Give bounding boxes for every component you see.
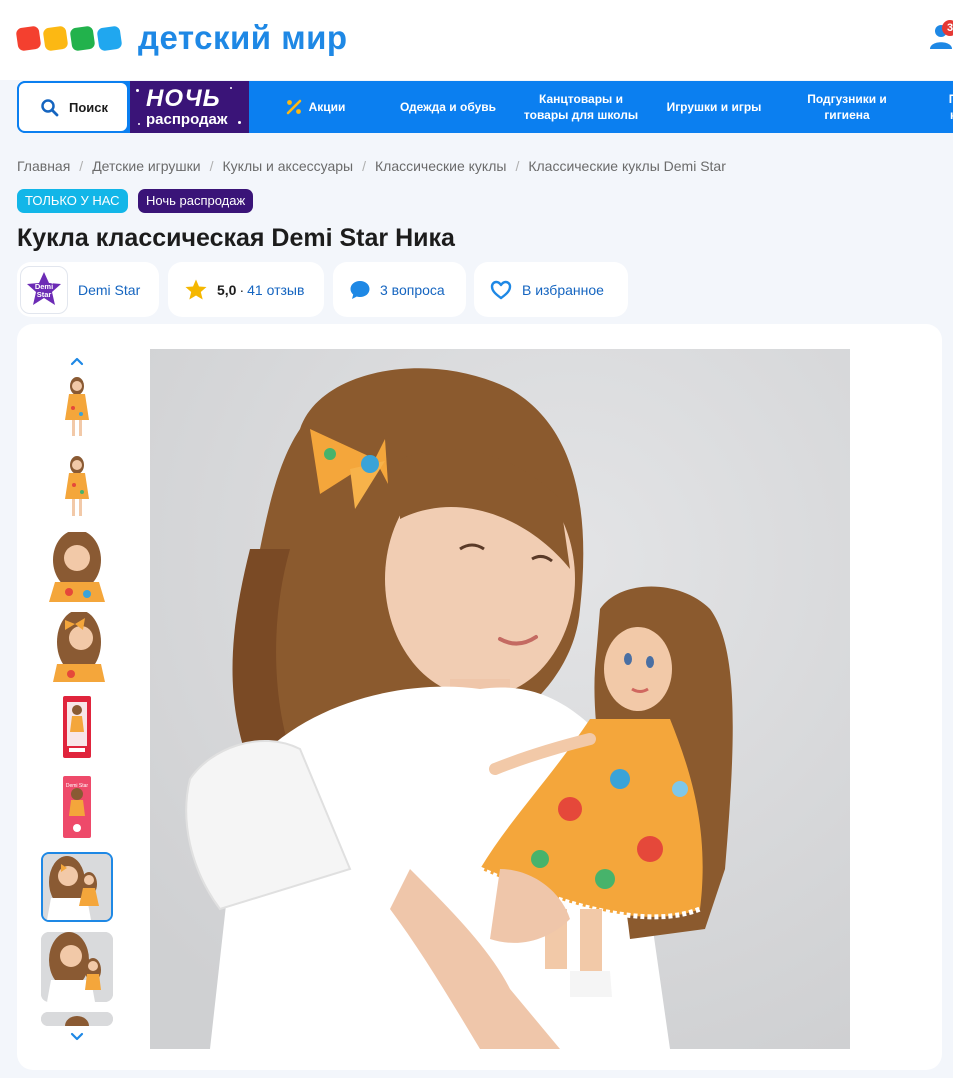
breadcrumb-item[interactable]: Куклы и аксессуары xyxy=(223,158,354,174)
search-button-label: Поиск xyxy=(69,100,109,115)
main-product-photo[interactable] xyxy=(150,349,850,1049)
brand-pill[interactable]: Demi Star Demi Star xyxy=(17,262,159,317)
brand-logo: Demi Star xyxy=(20,265,68,314)
cart-badge: 3 xyxy=(942,20,953,36)
logo-block-green xyxy=(69,25,96,52)
gallery-thumbnail[interactable] xyxy=(41,452,113,522)
gallery-thumbnail[interactable]: Demi Star xyxy=(41,772,113,842)
chevron-down-icon[interactable] xyxy=(68,1031,86,1043)
gallery-thumbnail[interactable] xyxy=(41,532,113,602)
main-nav: Поиск НОЧЬ распродаж Акции Одежда и обув… xyxy=(17,81,953,133)
logo-text[interactable]: детский мир xyxy=(138,18,348,58)
breadcrumb-item[interactable]: Главная xyxy=(17,158,70,174)
nav-item-clothes[interactable]: Одежда и обувь xyxy=(389,81,507,133)
promo-line2: распродаж xyxy=(146,111,228,128)
night-sale-banner[interactable]: НОЧЬ распродаж xyxy=(130,81,249,133)
chat-icon xyxy=(350,280,370,299)
nav-item-more[interactable]: П… к… xyxy=(939,81,953,133)
rating-separator: · xyxy=(239,281,245,298)
logo-block-blue xyxy=(96,25,123,52)
breadcrumb-item[interactable]: Классические куклы xyxy=(375,158,506,174)
logo-block-red xyxy=(15,25,42,52)
search-icon xyxy=(41,99,59,117)
nav-item-stationery-label: Канцтовары и товары для школы xyxy=(523,92,639,122)
nav-item-diapers[interactable]: Подгузники и гигиена xyxy=(787,81,907,133)
nav-item-diapers-label: Подгузники и гигиена xyxy=(807,92,887,122)
chevron-up-icon[interactable] xyxy=(68,355,86,367)
star-icon xyxy=(185,279,207,299)
favorite-pill[interactable]: В избранное xyxy=(474,262,628,317)
questions-pill[interactable]: 3 вопроса xyxy=(333,262,466,317)
gallery-thumbnail[interactable] xyxy=(41,372,113,442)
nav-item-toys-label: Игрушки и игры xyxy=(666,100,762,114)
svg-text:Star: Star xyxy=(37,290,52,299)
gallery-thumbnail[interactable] xyxy=(41,692,113,762)
rating-value: 5,0 xyxy=(217,281,237,298)
product-title: Кукла классическая Demi Star Ника xyxy=(17,224,455,252)
nav-item-stationery[interactable]: Канцтовары и товары для школы xyxy=(517,81,645,133)
brand-name: Demi Star xyxy=(78,281,141,298)
breadcrumb-item[interactable]: Классические куклы Demi Star xyxy=(528,158,726,174)
gallery-thumbnail[interactable] xyxy=(41,612,113,682)
gallery-thumbnail[interactable] xyxy=(41,932,113,1002)
nav-item-toys[interactable]: Игрушки и игры xyxy=(657,81,771,133)
gallery-thumbnail-active[interactable] xyxy=(41,852,113,922)
nav-item-clothes-label: Одежда и обувь xyxy=(399,100,497,114)
promo-line1: НОЧЬ xyxy=(146,85,221,112)
nav-item-sales[interactable]: Акции xyxy=(279,81,351,133)
site-header: детский мир 3 xyxy=(0,0,953,80)
breadcrumb-item[interactable]: Детские игрушки xyxy=(92,158,200,174)
favorite-link: В избранное xyxy=(522,281,604,298)
nav-item-more-label: П… к… xyxy=(948,92,953,122)
nav-item-sales-label: Акции xyxy=(308,100,346,114)
percent-icon xyxy=(286,99,301,115)
tag-night-sale[interactable]: Ночь распродаж xyxy=(138,189,254,213)
questions-link: 3 вопроса xyxy=(380,281,445,298)
search-button[interactable]: Поиск xyxy=(17,81,129,133)
heart-icon xyxy=(490,280,512,299)
gallery-thumbnail[interactable] xyxy=(41,1012,113,1026)
svg-text:Demi Star: Demi Star xyxy=(66,783,89,789)
tag-exclusive[interactable]: ТОЛЬКО У НАС xyxy=(17,189,128,213)
rating-pill[interactable]: 5,0 · 41 отзыв xyxy=(168,262,324,317)
logo-block-yellow xyxy=(42,25,69,52)
reviews-link[interactable]: 41 отзыв xyxy=(247,282,304,298)
breadcrumb: Главная / Детские игрушки / Куклы и аксессуа… xyxy=(17,158,726,174)
